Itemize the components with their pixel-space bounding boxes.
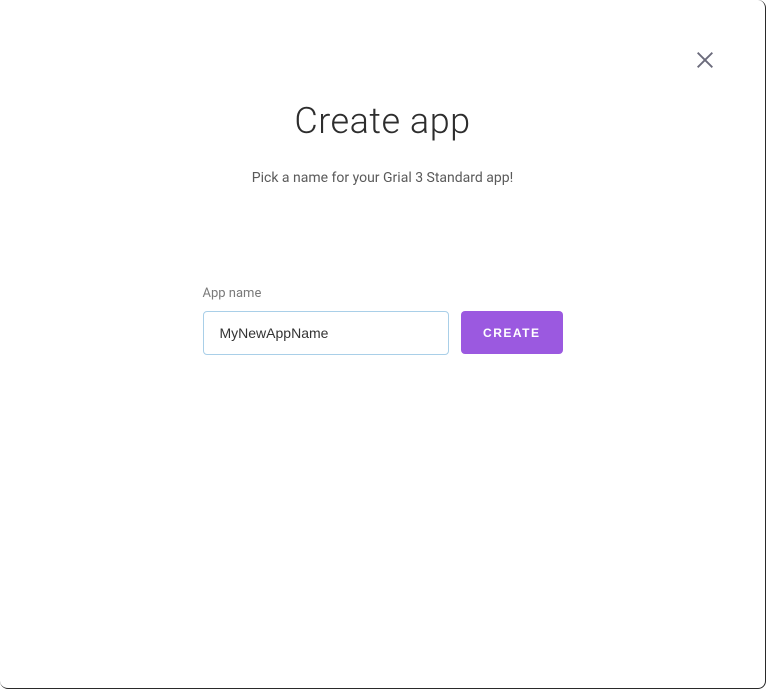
close-icon	[694, 49, 716, 71]
dialog-subtitle: Pick a name for your Grial 3 Standard ap…	[0, 170, 765, 186]
input-row: Create	[203, 311, 563, 355]
dialog-title: Create app	[0, 100, 765, 142]
app-name-input[interactable]	[203, 311, 450, 355]
create-button[interactable]: Create	[461, 311, 562, 354]
create-app-form: App name Create	[203, 286, 563, 355]
app-name-label: App name	[203, 286, 262, 301]
close-button[interactable]	[693, 48, 717, 72]
create-app-dialog: Create app Pick a name for your Grial 3 …	[0, 0, 766, 689]
